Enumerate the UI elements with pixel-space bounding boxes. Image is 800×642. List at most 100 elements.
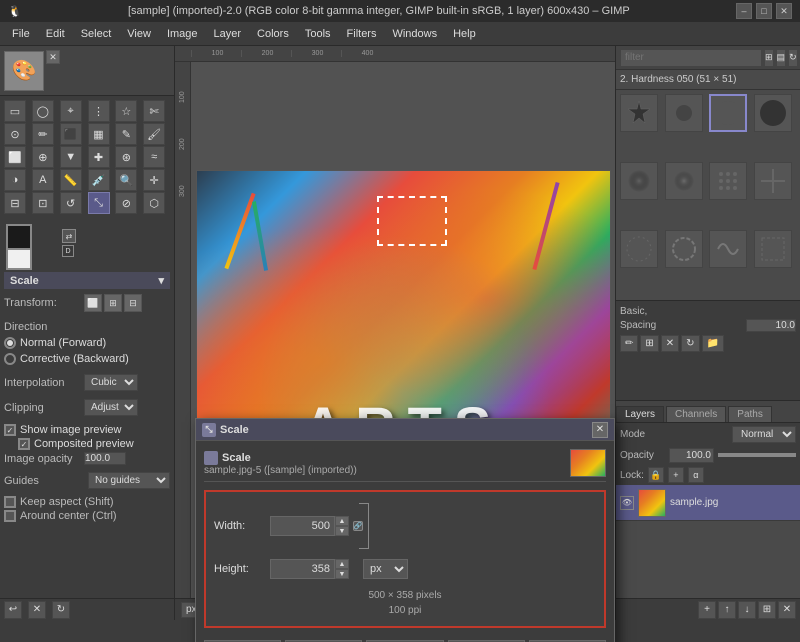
- left-status-icon-2[interactable]: ✕: [28, 601, 46, 619]
- transform-icon-1[interactable]: ⬜: [84, 294, 102, 312]
- menu-file[interactable]: File: [4, 26, 38, 42]
- brush-refresh-btn[interactable]: ↻: [681, 335, 699, 352]
- close-button[interactable]: ✕: [776, 3, 792, 19]
- brush-item-cross[interactable]: [754, 162, 792, 200]
- corrective-backward-radio[interactable]: [4, 353, 16, 365]
- mode-select[interactable]: Normal Multiply Screen: [732, 426, 796, 443]
- spacing-input[interactable]: [746, 319, 796, 332]
- show-image-preview-row[interactable]: ✓ Show image preview: [4, 423, 170, 437]
- move-tool[interactable]: ✛: [143, 169, 165, 191]
- color-picker-tool[interactable]: 💉: [88, 169, 110, 191]
- lock-position-btn[interactable]: +: [668, 467, 684, 483]
- around-center-checkbox[interactable]: [4, 510, 16, 522]
- tab-channels[interactable]: Channels: [666, 406, 726, 422]
- crop-tool[interactable]: ⊡: [32, 192, 54, 214]
- brush-item-fuzzy-2[interactable]: [665, 162, 703, 200]
- menu-help[interactable]: Help: [445, 26, 484, 42]
- lock-pixels-btn[interactable]: 🔒: [648, 467, 664, 483]
- default-colors-button[interactable]: D: [62, 245, 74, 257]
- interpolation-select[interactable]: CubicLinearNone: [84, 374, 138, 391]
- left-status-icon-1[interactable]: ↩: [4, 601, 22, 619]
- tool-preview-close[interactable]: ✕: [46, 50, 60, 64]
- eraser-tool[interactable]: ⬜: [4, 146, 26, 168]
- tab-layers[interactable]: Layers: [616, 406, 664, 422]
- brush-delete-btn[interactable]: ✕: [661, 335, 679, 352]
- tool-options-expand[interactable]: ▾: [158, 274, 164, 287]
- layer-item-sample[interactable]: 👁 sample.jpg: [616, 485, 800, 521]
- brush-item-texture-3[interactable]: [709, 230, 747, 268]
- foreground-select-tool[interactable]: ⊙: [4, 123, 26, 145]
- corrective-backward-row[interactable]: Corrective (Backward): [4, 351, 170, 367]
- link-icon[interactable]: 🔗: [353, 521, 363, 531]
- brush-item-texture-4[interactable]: [754, 230, 792, 268]
- menu-layer[interactable]: Layer: [206, 26, 250, 42]
- pencil-tool[interactable]: ✎: [115, 123, 137, 145]
- transform-icon-3[interactable]: ⊟: [124, 294, 142, 312]
- unit-select[interactable]: pxinmm%: [363, 559, 408, 579]
- scale-tool[interactable]: ⤡: [88, 192, 110, 214]
- show-image-preview-checkbox[interactable]: ✓: [4, 424, 16, 436]
- by-color-tool[interactable]: ☆: [115, 100, 137, 122]
- lock-alpha-btn[interactable]: α: [688, 467, 704, 483]
- normal-forward-radio[interactable]: [4, 337, 16, 349]
- keep-aspect-checkbox[interactable]: [4, 496, 16, 508]
- brush-view-icon[interactable]: ⊞: [764, 49, 774, 67]
- menu-select[interactable]: Select: [73, 26, 120, 42]
- free-select-tool[interactable]: ⌖: [60, 100, 82, 122]
- tab-paths[interactable]: Paths: [728, 406, 772, 422]
- menu-tools[interactable]: Tools: [297, 26, 339, 42]
- gradient-tool[interactable]: ▦: [88, 123, 110, 145]
- scissors-tool[interactable]: ✄: [143, 100, 165, 122]
- paint-bucket-tool[interactable]: ⬛: [60, 123, 82, 145]
- brush-grid-icon[interactable]: ▤: [776, 49, 787, 67]
- foreground-color[interactable]: [6, 224, 32, 250]
- menu-windows[interactable]: Windows: [384, 26, 445, 42]
- guides-select[interactable]: No guides: [88, 472, 170, 489]
- rotate-tool[interactable]: ↺: [60, 192, 82, 214]
- width-spin-down[interactable]: ▼: [335, 526, 349, 536]
- width-spin-up[interactable]: ▲: [335, 516, 349, 526]
- layer-new-btn[interactable]: +: [698, 601, 716, 619]
- brush-refresh-icon[interactable]: ↻: [788, 49, 798, 67]
- menu-view[interactable]: View: [119, 26, 159, 42]
- menu-edit[interactable]: Edit: [38, 26, 73, 42]
- brush-item-circle-lg[interactable]: [754, 94, 792, 132]
- layer-raise-btn[interactable]: ↑: [718, 601, 736, 619]
- scale-dialog-close-btn[interactable]: ✕: [592, 422, 608, 438]
- text-tool[interactable]: A: [32, 169, 54, 191]
- measure-tool[interactable]: 📏: [60, 169, 82, 191]
- brush-filter-input[interactable]: [620, 49, 762, 67]
- shear-tool[interactable]: ⊘: [115, 192, 137, 214]
- clipping-select[interactable]: AdjustClipCrop: [84, 399, 138, 416]
- normal-forward-row[interactable]: Normal (Forward): [4, 335, 170, 351]
- heal-tool[interactable]: ✚: [88, 146, 110, 168]
- transform-icon-2[interactable]: ⊞: [104, 294, 122, 312]
- layer-delete-btn[interactable]: ✕: [778, 601, 796, 619]
- brush-item-circle-sm[interactable]: [665, 94, 703, 132]
- maximize-button[interactable]: □: [756, 3, 772, 19]
- dodge-burn-tool[interactable]: ◑: [4, 169, 26, 191]
- smudge-tool[interactable]: ≈: [143, 146, 165, 168]
- swap-colors-button[interactable]: ⇄: [62, 229, 76, 243]
- paintbrush-tool[interactable]: 🖌: [143, 123, 165, 145]
- menu-colors[interactable]: Colors: [249, 26, 297, 42]
- composited-preview-checkbox[interactable]: ✓: [18, 438, 30, 450]
- opacity-slider[interactable]: [718, 453, 796, 457]
- height-input[interactable]: 358: [270, 559, 335, 579]
- height-spin-up[interactable]: ▲: [335, 559, 349, 569]
- image-opacity-input[interactable]: [84, 452, 126, 465]
- align-tool[interactable]: ⊟: [4, 192, 26, 214]
- rectangle-select-tool[interactable]: ▭: [4, 100, 26, 122]
- airbrush-tool[interactable]: ⊕: [32, 146, 54, 168]
- brush-item-circle-md[interactable]: [709, 94, 747, 132]
- layer-lower-btn[interactable]: ↓: [738, 601, 756, 619]
- brush-duplicate-btn[interactable]: ⊞: [640, 335, 658, 352]
- brush-item-dots[interactable]: [709, 162, 747, 200]
- brush-item-texture-1[interactable]: [620, 230, 658, 268]
- width-input[interactable]: 500: [270, 516, 335, 536]
- brush-edit-btn[interactable]: ✏: [620, 335, 638, 352]
- layer-duplicate-btn[interactable]: ⊞: [758, 601, 776, 619]
- layer-visibility-toggle[interactable]: 👁: [620, 496, 634, 510]
- ellipse-select-tool[interactable]: ◯: [32, 100, 54, 122]
- minimize-button[interactable]: –: [736, 3, 752, 19]
